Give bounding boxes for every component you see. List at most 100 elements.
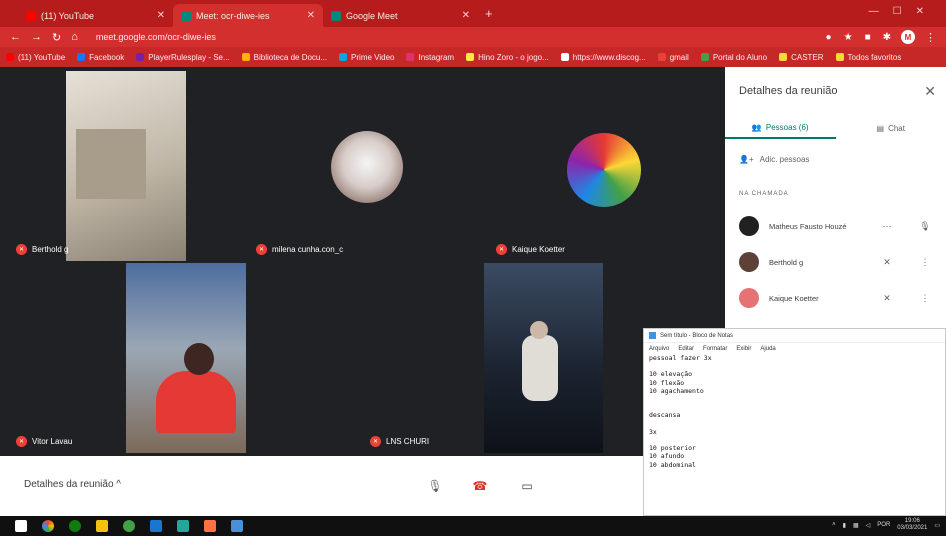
- bookmark-item[interactable]: (11) YouTube: [6, 53, 65, 62]
- bookmark-item[interactable]: Biblioteca de Docu...: [241, 53, 327, 62]
- bookmark-item[interactable]: Hino Zoro - o jogo...: [466, 53, 549, 62]
- notepad-menu: Arquivo Editar Formatar Exibir Ajuda: [644, 343, 945, 354]
- panel-title: Detalhes da reunião: [739, 85, 838, 97]
- tab-chat[interactable]: ▤ Chat: [836, 117, 946, 139]
- reload-icon[interactable]: ↻: [52, 31, 61, 44]
- bookmark-item[interactable]: PlayerRulesplay - Se...: [136, 53, 230, 62]
- add-people-button[interactable]: 👤+ Adic. pessoas: [739, 155, 809, 164]
- file-explorer-icon[interactable]: [96, 520, 108, 532]
- bookmark-icon: [466, 53, 475, 61]
- menu-edit[interactable]: Editar: [678, 346, 694, 352]
- tab-youtube[interactable]: (11) YouTube ✕: [18, 4, 173, 27]
- star-icon[interactable]: ★: [844, 32, 853, 43]
- close-icon[interactable]: ✕: [157, 10, 165, 21]
- mic-off-icon: ✕: [16, 436, 27, 447]
- bookmark-item[interactable]: Portal do Aluno: [700, 53, 767, 62]
- home-icon[interactable]: ⌂: [71, 31, 78, 43]
- participant-row[interactable]: Matheus Fausto Houzé ⋯ 🎙: [739, 214, 939, 238]
- notepad-taskbar-icon[interactable]: [231, 520, 243, 532]
- windows-taskbar: ˄ ▮ ▦ ◁ POR 19:06 03/03/2021 ▭: [0, 516, 946, 536]
- system-tray: ˄ ▮ ▦ ◁ POR 19:06 03/03/2021 ▭: [832, 518, 940, 532]
- participant-tile[interactable]: ✕ LNS CHURI: [248, 263, 603, 453]
- more-vert-icon[interactable]: ⋮: [911, 293, 939, 304]
- participant-avatar: [567, 133, 641, 207]
- app-icon[interactable]: [177, 520, 189, 532]
- mic-icon[interactable]: 🎙: [423, 474, 447, 498]
- meeting-stage: ✕ Berthold g ✕ milena cunha.con_c ✕ Kaiq…: [0, 67, 725, 456]
- app-icon[interactable]: [150, 520, 162, 532]
- mic-off-icon: ✕: [496, 244, 507, 255]
- clock[interactable]: 19:06 03/03/2021: [897, 518, 927, 532]
- participant-row[interactable]: Kaique Koetter ✕ ⋮: [739, 286, 939, 310]
- bookmark-item[interactable]: Todos favoritos: [835, 53, 901, 62]
- video-person-head: [184, 343, 214, 375]
- meeting-details-button[interactable]: Detalhes da reunião ^: [24, 479, 121, 490]
- menu-file[interactable]: Arquivo: [649, 346, 669, 352]
- app-icon[interactable]: [123, 520, 135, 532]
- forward-icon[interactable]: →: [31, 31, 42, 43]
- participant-tile[interactable]: ✕ milena cunha.con_c: [248, 71, 486, 261]
- chrome-icon[interactable]: [42, 520, 54, 532]
- xbox-icon[interactable]: [69, 520, 81, 532]
- notifications-icon[interactable]: ▭: [934, 522, 940, 529]
- tab-meet-active[interactable]: Meet: ocr-diwe-ies ✕: [173, 4, 323, 27]
- video-feed: [66, 71, 186, 261]
- network-icon[interactable]: ▦: [853, 522, 859, 529]
- bookmark-icon: [700, 53, 709, 61]
- chevron-up-icon[interactable]: ˄: [832, 522, 836, 528]
- close-icon[interactable]: ✕: [924, 83, 936, 100]
- camera-icon[interactable]: ●: [826, 32, 832, 43]
- bookmark-item[interactable]: Facebook: [77, 53, 124, 62]
- bookmark-item[interactable]: Prime Video: [339, 53, 394, 62]
- new-tab-icon[interactable]: +: [485, 6, 493, 21]
- section-label: NA CHAMADA: [739, 191, 789, 197]
- bookmark-item[interactable]: gmail: [657, 53, 689, 62]
- mic-off-icon: ✕: [883, 256, 891, 267]
- mic-off-icon: ✕: [256, 244, 267, 255]
- bookmark-item[interactable]: CASTER: [779, 53, 824, 62]
- close-icon[interactable]: ✕: [307, 10, 315, 21]
- back-icon[interactable]: ←: [10, 31, 21, 43]
- mic-off-icon: ✕: [370, 436, 381, 447]
- windows-start-icon[interactable]: [15, 520, 27, 532]
- close-icon[interactable]: ✕: [462, 10, 470, 21]
- instagram-icon: [406, 53, 415, 61]
- language-indicator[interactable]: POR: [877, 522, 890, 528]
- speaker-icon[interactable]: ◁: [866, 522, 871, 529]
- window-controls[interactable]: —☐✕: [869, 6, 938, 17]
- notepad-text-area[interactable]: pessoal fazer 3x 10 elevação 10 flexão 1…: [644, 354, 945, 469]
- profile-avatar[interactable]: M: [901, 30, 915, 44]
- camera-icon[interactable]: ▭: [515, 474, 539, 498]
- battery-icon[interactable]: ▮: [843, 522, 846, 529]
- participant-tile[interactable]: ✕ Berthold g: [8, 71, 246, 261]
- video-feed: [484, 263, 603, 453]
- bookmark-item[interactable]: Instagram: [406, 53, 454, 62]
- participant-tile[interactable]: ✕ Kaique Koetter: [488, 71, 725, 261]
- meet-icon: [181, 10, 191, 21]
- tab-google-meet[interactable]: Google Meet ✕: [323, 4, 478, 27]
- add-person-icon: 👤+: [739, 155, 754, 164]
- app-icon[interactable]: [204, 520, 216, 532]
- menu-help[interactable]: Ajuda: [760, 346, 775, 352]
- participant-tile[interactable]: ✕ Vitor Lavau: [8, 263, 246, 453]
- menu-icon[interactable]: ⋮: [925, 31, 936, 44]
- puzzle-icon[interactable]: ✱: [883, 32, 891, 43]
- bookmark-item[interactable]: https://www.discog...: [560, 53, 646, 62]
- more-icon[interactable]: ⋯: [873, 221, 901, 232]
- mic-off-icon: ✕: [16, 244, 27, 255]
- notepad-titlebar[interactable]: Sem título - Bloco de Notas: [644, 329, 945, 343]
- tab-people[interactable]: 👥 Pessoas (6): [725, 117, 836, 139]
- hang-up-icon[interactable]: ☎: [468, 474, 492, 498]
- browser-tab-strip: (11) YouTube ✕ Meet: ocr-diwe-ies ✕ Goog…: [0, 0, 946, 27]
- avatar: [739, 288, 759, 308]
- video-object: [76, 129, 146, 199]
- more-vert-icon[interactable]: ⋮: [911, 257, 939, 268]
- mic-icon[interactable]: 🎙: [911, 221, 939, 232]
- menu-format[interactable]: Formatar: [703, 346, 727, 352]
- bookmark-icon: [136, 53, 145, 61]
- participant-row[interactable]: Berthold g ✕ ⋮: [739, 250, 939, 274]
- extension-icon[interactable]: ■: [865, 32, 871, 43]
- url-field[interactable]: meet.google.com/ocr-diwe-ies: [96, 32, 816, 42]
- folder-icon: [241, 53, 250, 61]
- menu-view[interactable]: Exibir: [736, 346, 751, 352]
